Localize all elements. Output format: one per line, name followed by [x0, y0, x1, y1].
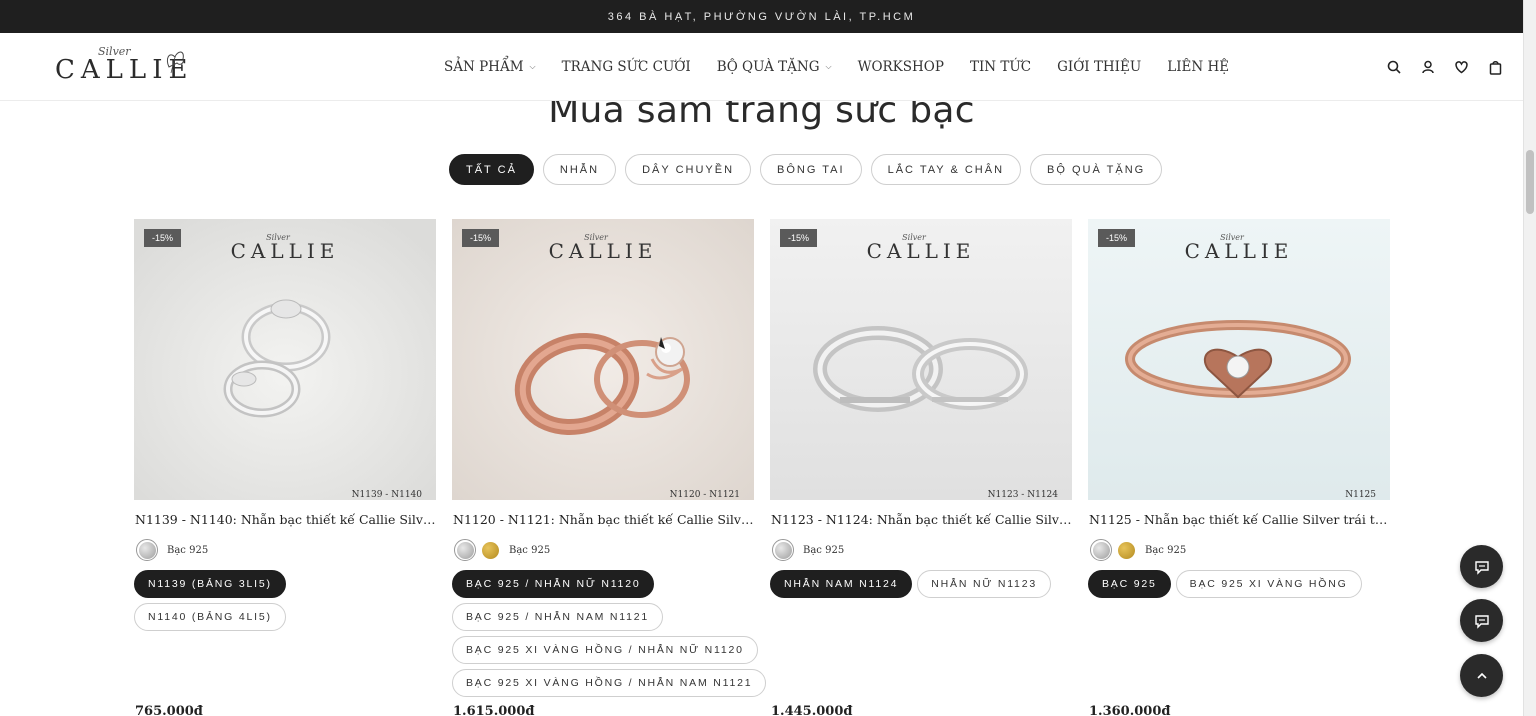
messenger-button[interactable]	[1460, 599, 1503, 642]
product-price: 1.445.000đ	[771, 704, 853, 716]
color-swatches: Bạc 925	[452, 539, 754, 561]
page: 364 BÀ HẠT, PHƯỜNG VƯỜN LÀI, TP.HCM Silv…	[0, 0, 1536, 716]
nav-label: BỘ QUÀ TẶNG	[716, 59, 820, 75]
variant-options: BẠC 925 BẠC 925 XI VÀNG HỒNG	[1088, 570, 1390, 598]
product-image[interactable]: -15% Silver CALLIE N1123 - N1124	[770, 219, 1072, 500]
top-bar: 364 BÀ HẠT, PHƯỜNG VƯỜN LÀI, TP.HCM	[0, 0, 1523, 33]
chevron-up-icon	[1476, 672, 1487, 679]
nav-item-trang-suc-cuoi[interactable]: TRANG SỨC CƯỚI	[562, 59, 691, 75]
search-icon[interactable]	[1386, 60, 1401, 75]
product-card: -15% Silver CALLIE N1120 - N1121 N1120 - …	[452, 219, 767, 716]
user-icon[interactable]	[1420, 60, 1435, 75]
nav-item-san-pham[interactable]: SẢN PHẨM ⌵	[444, 59, 536, 75]
product-title[interactable]: N1125 - Nhẫn bạc thiết kế Callie Silver …	[1088, 512, 1390, 527]
variant-options: N1139 (BẢNG 3LI5) N1140 (BẢNG 4LI5)	[134, 570, 436, 631]
site-header: Silver CALLIE SẢN PHẨM ⌵ TRANG SỨC CƯỚI B…	[0, 33, 1523, 101]
variant-options: BẠC 925 / NHẪN NỮ N1120 BẠC 925 / NHẪN N…	[452, 570, 767, 697]
nav-item-bo-qua-tang[interactable]: BỘ QUÀ TẶNG ⌵	[717, 59, 832, 75]
filter-tat-ca[interactable]: TẤT CẢ	[449, 154, 534, 185]
product-image[interactable]: -15% Silver CALLIE N1120 - N1121	[452, 219, 754, 500]
variant-option[interactable]: BẠC 925 XI VÀNG HỒNG	[1175, 570, 1362, 598]
watermark-logo: Silver CALLIE	[1184, 233, 1294, 263]
heart-icon[interactable]	[1454, 60, 1469, 75]
product-title[interactable]: N1139 - N1140: Nhẫn bạc thiết kế Callie …	[134, 512, 436, 527]
silver-swatch[interactable]	[772, 539, 794, 561]
filter-nhan[interactable]: NHẪN	[542, 154, 617, 185]
variant-option[interactable]: N1139 (BẢNG 3LI5)	[134, 570, 286, 598]
variant-option[interactable]: NHẪN NỮ N1123	[917, 570, 1051, 598]
product-price: 765.000đ	[135, 704, 203, 716]
swatch-label: Bạc 925	[509, 544, 551, 556]
product-price: 1.615.000đ	[453, 704, 535, 716]
variant-option[interactable]: NHẪN NAM N1124	[770, 570, 913, 598]
nav-item-lien-he[interactable]: LIÊN HỆ	[1167, 59, 1229, 75]
watermark-logo: Silver CALLIE	[230, 233, 340, 263]
nav-label: TIN TỨC	[969, 59, 1032, 75]
message-icon	[1474, 614, 1489, 629]
product-title[interactable]: N1123 - N1124: Nhẫn bạc thiết kế Callie …	[770, 512, 1072, 527]
product-image[interactable]: -15% Silver CALLIE N1125	[1088, 219, 1390, 500]
watermark-logo: Silver CALLIE	[866, 233, 976, 263]
filter-bo-qua-tang[interactable]: BỘ QUÀ TẶNG	[1030, 154, 1163, 185]
category-filters: TẤT CẢ NHẪN DÂY CHUYỀN BÔNG TAI LẮC TAY …	[449, 154, 1163, 185]
variant-options: NHẪN NAM N1124 NHẪN NỮ N1123	[770, 570, 1072, 598]
nav-label: LIÊN HỆ	[1167, 59, 1230, 75]
variant-option[interactable]: BẠC 925 XI VÀNG HỒNG / NHẪN NỮ N1120	[452, 636, 758, 664]
product-code: N1123 - N1124	[987, 490, 1058, 500]
product-code: N1120 - N1121	[669, 490, 740, 500]
nav-label: SẢN PHẨM	[444, 59, 524, 75]
swatch-label: Bạc 925	[803, 544, 845, 556]
product-price: 1.360.000đ	[1089, 704, 1171, 716]
product-title[interactable]: N1120 - N1121: Nhẫn bạc thiết kế Callie …	[452, 512, 754, 527]
chevron-down-icon: ⌵	[825, 62, 832, 71]
variant-option[interactable]: BẠC 925 / NHẪN NỮ N1120	[452, 570, 655, 598]
variant-option[interactable]: BẠC 925 / NHẪN NAM N1121	[452, 603, 664, 631]
chevron-down-icon: ⌵	[529, 62, 536, 71]
bag-icon[interactable]	[1488, 60, 1503, 75]
swatch-label: Bạc 925	[1145, 544, 1187, 556]
silver-swatch[interactable]	[1090, 539, 1112, 561]
filter-lac-tay-chan[interactable]: LẮC TAY & CHÂN	[870, 154, 1022, 185]
product-code: N1125	[1345, 490, 1376, 500]
variant-option[interactable]: BẠC 925 XI VÀNG HỒNG / NHẪN NAM N1121	[452, 669, 767, 697]
variant-option[interactable]: N1140 (BẢNG 4LI5)	[134, 603, 286, 631]
scrollbar[interactable]	[1523, 0, 1536, 716]
watermark-logo: Silver CALLIE	[548, 233, 658, 263]
product-card: -15% Silver CALLIE N1139 - N1140 N1139 - …	[134, 219, 436, 716]
header-icons	[1386, 33, 1503, 101]
main-nav: SẢN PHẨM ⌵ TRANG SỨC CƯỚI BỘ QUÀ TẶNG ⌵ WO…	[444, 33, 1255, 101]
filter-bong-tai[interactable]: BÔNG TAI	[760, 154, 862, 185]
back-to-top-button[interactable]	[1460, 654, 1503, 697]
gold-swatch[interactable]	[1116, 540, 1136, 560]
filter-day-chuyen[interactable]: DÂY CHUYỀN	[625, 154, 752, 185]
nav-label: GIỚI THIỆU	[1057, 59, 1142, 75]
variant-option[interactable]: BẠC 925	[1088, 570, 1171, 598]
product-card: -15% Silver CALLIE N1123 - N1124 N1123 - …	[770, 219, 1072, 716]
store-address: 364 BÀ HẠT, PHƯỜNG VƯỜN LÀI, TP.HCM	[607, 10, 916, 23]
swatch-label: Bạc 925	[167, 544, 209, 556]
nav-item-workshop[interactable]: WORKSHOP	[858, 59, 944, 75]
nav-label: WORKSHOP	[857, 59, 944, 75]
chat-icon	[1474, 560, 1489, 575]
silver-swatch[interactable]	[136, 539, 158, 561]
butterfly-icon	[166, 51, 184, 74]
product-card: -15% Silver CALLIE N1125 N1125 - Nhẫn bạc…	[1088, 219, 1390, 716]
product-image[interactable]: -15% Silver CALLIE N1139 - N1140	[134, 219, 436, 500]
color-swatches: Bạc 925	[134, 539, 436, 561]
nav-item-tin-tuc[interactable]: TIN TỨC	[970, 59, 1031, 75]
product-code: N1139 - N1140	[351, 490, 422, 500]
chat-button[interactable]	[1460, 545, 1503, 588]
color-swatches: Bạc 925	[1088, 539, 1390, 561]
gold-swatch[interactable]	[480, 540, 500, 560]
logo[interactable]: Silver CALLIE	[55, 45, 190, 89]
scrollbar-thumb[interactable]	[1526, 150, 1534, 214]
color-swatches: Bạc 925	[770, 539, 1072, 561]
nav-item-gioi-thieu[interactable]: GIỚI THIỆU	[1057, 59, 1141, 75]
nav-label: TRANG SỨC CƯỚI	[561, 59, 691, 75]
silver-swatch[interactable]	[454, 539, 476, 561]
